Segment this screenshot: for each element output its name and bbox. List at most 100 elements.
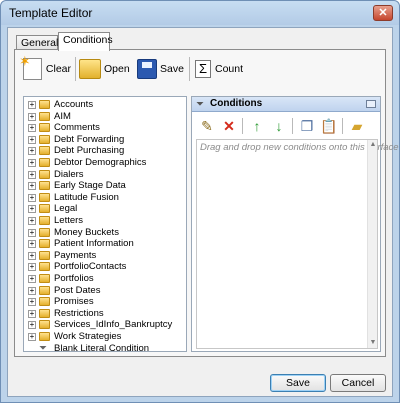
move-up-icon[interactable]: ↑ [248,117,266,135]
drop-area-scrollbar[interactable]: ▲ ▼ [367,140,377,348]
move-down-icon[interactable]: ↓ [270,117,288,135]
copy-icon[interactable]: ❐ [298,117,316,135]
folder-icon [39,239,50,249]
tree-item-label: Portfolios [54,273,94,284]
folder-icon [39,297,50,307]
tree-item[interactable]: + Patient Information [24,238,184,250]
expand-icon[interactable]: + [28,309,36,318]
tree-item[interactable]: + Debt Forwarding [24,134,184,146]
tree-item[interactable]: + PortfolioContacts [24,261,184,273]
tree-item-label: Comments [54,122,100,134]
minimize-icon[interactable] [366,100,376,108]
open-label: Open [104,63,130,75]
tree-item[interactable]: + Promises [24,296,184,308]
expand-icon[interactable]: + [28,193,36,202]
expand-icon[interactable]: + [28,275,36,283]
condition-tree[interactable]: + Accounts + AIM + Comments + Debt Forwarding + D… [23,96,187,352]
clear-button[interactable]: Clear [19,53,71,82]
expand-icon[interactable]: + [28,159,36,167]
tree-item[interactable]: + Legal [24,203,184,215]
conditions-title: Conditions [210,98,263,109]
close-icon: ✕ [378,7,388,19]
tree-item[interactable]: + Early Stage Data [24,180,184,192]
folder-icon [39,134,50,144]
folder-open-icon [79,59,101,79]
expand-icon[interactable]: + [28,298,36,307]
expand-icon[interactable]: + [28,217,36,225]
expand-icon[interactable]: + [28,321,36,330]
save-toolbar-label: Save [160,63,184,75]
tree-item[interactable]: + AIM [24,111,184,123]
tree-item[interactable]: + Letters [24,215,184,227]
tree-item-label: Payments [54,249,97,261]
edit-icon[interactable]: ✎ [198,117,216,135]
expand-icon[interactable]: + [28,333,36,341]
conditions-drop-surface[interactable]: Drag and drop new conditions onto this s… [196,139,399,349]
tree-item-label: Promises [54,296,94,308]
tree-item-label: Debt Forwarding [54,133,125,145]
tab-conditions-label: Conditions [63,34,113,46]
expand-icon[interactable]: + [28,101,36,109]
folder-icon[interactable]: ▰ [348,117,366,135]
tree-item[interactable]: + Comments [24,122,184,134]
expand-icon[interactable]: + [28,182,36,191]
tree-item[interactable]: + Work Strategies [24,331,184,343]
tree-item[interactable]: + Post Dates [24,285,184,297]
tree-item[interactable]: + Debtor Demographics [24,157,184,169]
tree-item-label: Letters [54,215,84,226]
delete-icon[interactable]: ✕ [220,117,238,135]
expand-icon[interactable]: + [28,205,36,214]
tree-item[interactable]: + Latitude Fusion [24,192,184,204]
open-button[interactable]: Open [79,56,131,82]
folder-icon [39,227,50,237]
tree-item[interactable]: + Accounts [24,99,184,111]
clear-label: Clear [45,63,71,75]
folder-icon [39,192,50,202]
main-toolbar: Clear Open Save Σ Count [19,53,383,84]
expand-icon[interactable]: + [28,135,36,144]
paste-icon[interactable]: 📋 [320,117,338,135]
tree-item[interactable]: + Debt Purchasing [24,145,184,157]
expand-icon[interactable]: + [28,286,36,295]
close-button[interactable]: ✕ [373,5,393,21]
expand-icon[interactable]: + [28,263,36,272]
save-toolbar-button[interactable]: Save [137,56,185,82]
titlebar: Template Editor ✕ [1,1,399,25]
tree-item-label: Latitude Fusion [54,191,119,203]
cancel-button[interactable]: Cancel [330,374,386,392]
dialog-client-area: General Conditions Clear Open Save [7,27,399,397]
tree-item-blank-literal[interactable]: ⏷ Blank Literal Condition [24,342,184,352]
tree-item[interactable]: + Money Buckets [24,227,184,239]
folder-icon [39,262,50,272]
expand-icon[interactable]: + [28,170,36,179]
expand-icon[interactable]: + [28,228,36,237]
expand-icon[interactable]: + [28,112,36,121]
scroll-up-icon[interactable]: ▲ [368,140,378,150]
conditions-toolbar-separator [242,118,243,134]
folder-icon [39,146,50,156]
expand-icon[interactable]: + [28,251,36,260]
tab-conditions[interactable]: Conditions [58,32,113,51]
tree-item[interactable]: + Portfolios [24,273,184,285]
tree-item[interactable]: + Dialers [24,169,184,181]
tree-item-label: Restrictions [54,307,104,319]
sigma-icon: Σ [195,60,211,78]
funnel-icon: ⏷ [39,342,47,352]
folder-icon [39,111,50,121]
tree-item[interactable]: + Payments [24,250,184,262]
expand-icon[interactable]: + [28,124,36,133]
expand-icon[interactable]: + [28,240,36,249]
tree-item-label: PortfolioContacts [54,261,127,273]
scroll-down-icon[interactable]: ▼ [368,338,378,348]
folder-icon [39,123,50,133]
tree-item-label: Services_IdInfo_Bankruptcy [54,319,173,331]
save-button[interactable]: Save [270,374,326,392]
expand-icon[interactable]: + [28,147,36,156]
tree-item-label: AIM [54,110,71,122]
tree-item-label: Patient Information [54,238,134,250]
template-editor-window: Template Editor ✕ General Conditions Cle… [0,0,400,403]
count-button[interactable]: Σ Count [195,56,251,82]
funnel-icon: ⏷ [196,99,204,110]
tree-item[interactable]: + Restrictions [24,308,184,320]
tree-item[interactable]: + Services_IdInfo_Bankruptcy [24,319,184,331]
